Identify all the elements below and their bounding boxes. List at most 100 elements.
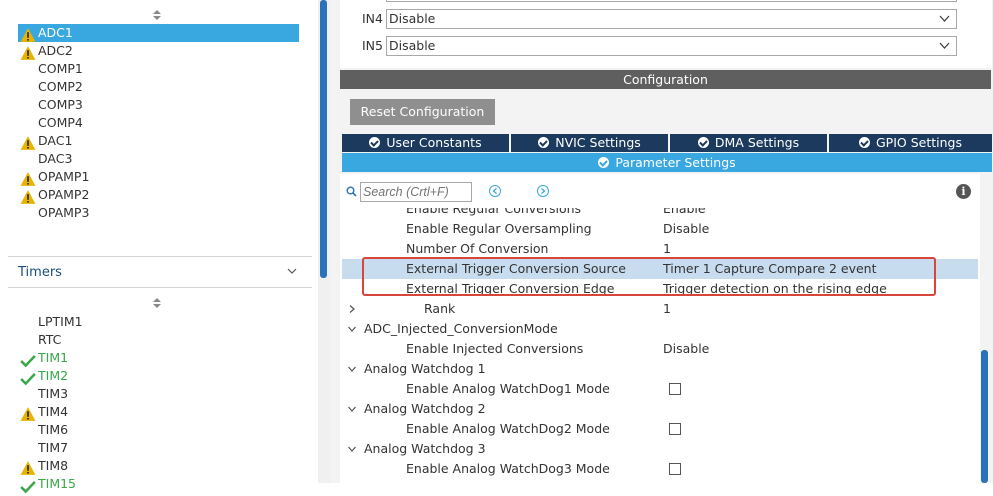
search-input[interactable] bbox=[360, 182, 472, 202]
tree-item-label: TIM7 bbox=[38, 440, 69, 455]
tree-item-label: TIM3 bbox=[38, 386, 69, 401]
tree-item-label: TIM15 bbox=[38, 476, 77, 491]
parameter-row[interactable]: Enable Regular Oversampling Disable bbox=[342, 219, 978, 239]
next-result-button[interactable] bbox=[537, 185, 549, 197]
tree-item-tim4[interactable]: TIM4 bbox=[18, 403, 299, 421]
parameter-row[interactable]: Enable Analog WatchDog3 Mode bbox=[342, 459, 978, 479]
tab-label: NVIC Settings bbox=[555, 135, 641, 150]
parameter-row[interactable]: Enable Analog WatchDog1 Mode bbox=[342, 379, 978, 399]
tree-item-dac3[interactable]: DAC3 bbox=[18, 150, 299, 168]
parameter-checkbox[interactable] bbox=[669, 423, 681, 435]
parameter-row[interactable]: Number Of Conversion 1 bbox=[342, 239, 978, 259]
tree-item-comp2[interactable]: COMP2 bbox=[18, 78, 299, 96]
tree-item-lptim1[interactable]: LPTIM1 bbox=[18, 313, 299, 331]
reset-configuration-button[interactable]: Reset Configuration bbox=[350, 99, 495, 125]
left-scrollbar[interactable] bbox=[320, 0, 327, 278]
parameter-label: ADC_Injected_ConversionMode bbox=[364, 321, 558, 336]
parameter-row[interactable]: Enable Injected Conversions Disable bbox=[342, 339, 978, 359]
in5-value: Disable bbox=[389, 38, 436, 53]
tab-dma-settings[interactable]: DMA Settings bbox=[670, 134, 827, 152]
timers-section-title[interactable]: Timers bbox=[18, 265, 62, 280]
in5-label: IN5 bbox=[362, 38, 383, 53]
scroll-arrows-icon[interactable] bbox=[153, 298, 161, 308]
info-icon[interactable]: i bbox=[956, 184, 971, 199]
tab-label: User Constants bbox=[386, 135, 482, 150]
tab-nvic-settings[interactable]: NVIC Settings bbox=[511, 134, 668, 152]
chevron-down-icon bbox=[939, 42, 950, 49]
expand-chevron-down-icon[interactable] bbox=[348, 445, 356, 453]
parameter-value[interactable]: 1 bbox=[663, 299, 671, 319]
tree-item-comp4[interactable]: COMP4 bbox=[18, 114, 299, 132]
previous-result-button[interactable] bbox=[489, 185, 501, 197]
tree-item-adc1[interactable]: ADC1 bbox=[18, 24, 299, 42]
parameter-value[interactable]: Disable bbox=[663, 219, 709, 239]
tree-item-label: OPAMP1 bbox=[38, 169, 90, 184]
parameter-checkbox[interactable] bbox=[669, 383, 681, 395]
tree-item-label: COMP4 bbox=[38, 115, 83, 130]
tree-item-opamp1[interactable]: OPAMP1 bbox=[18, 168, 299, 186]
expand-chevron-right-icon[interactable] bbox=[348, 305, 356, 313]
in4-label: IN4 bbox=[362, 11, 383, 26]
tree-item-tim15[interactable]: TIM15 bbox=[18, 475, 299, 494]
tab-parameter-settings[interactable]: Parameter Settings bbox=[342, 153, 992, 172]
parameter-row[interactable]: Rank 1 bbox=[342, 299, 978, 319]
tree-item-comp1[interactable]: COMP1 bbox=[18, 60, 299, 78]
parameter-row[interactable]: Enable Analog WatchDog2 Mode bbox=[342, 419, 978, 439]
expand-chevron-down-icon[interactable] bbox=[348, 405, 356, 413]
parameter-value[interactable]: 1 bbox=[663, 239, 671, 259]
parameter-label: Analog Watchdog 1 bbox=[364, 361, 486, 376]
parameter-group[interactable]: Analog Watchdog 3 bbox=[342, 439, 978, 459]
tree-item-adc2[interactable]: ADC2 bbox=[18, 42, 299, 60]
tab-gpio-settings[interactable]: GPIO Settings bbox=[829, 134, 992, 152]
chevron-down-icon[interactable] bbox=[287, 266, 297, 276]
scroll-up-arrow-icon[interactable] bbox=[153, 10, 161, 20]
tree-item-label: COMP1 bbox=[38, 61, 83, 76]
tree-item-label: DAC1 bbox=[38, 133, 73, 148]
parameter-group[interactable]: Analog Watchdog 2 bbox=[342, 399, 978, 419]
divider bbox=[8, 287, 312, 288]
tree-item-tim2[interactable]: TIM2 bbox=[18, 367, 299, 386]
in4-value: Disable bbox=[389, 11, 436, 26]
tree-item-tim8[interactable]: TIM8 bbox=[18, 457, 299, 475]
tree-item-label: ADC1 bbox=[38, 25, 73, 40]
tree-item-label: OPAMP3 bbox=[38, 205, 90, 220]
tree-item-label: RTC bbox=[38, 332, 62, 347]
expand-chevron-down-icon[interactable] bbox=[348, 365, 356, 373]
tab-user-constants[interactable]: User Constants bbox=[342, 134, 509, 152]
highlight-box bbox=[362, 257, 936, 296]
tree-item-tim6[interactable]: TIM6 bbox=[18, 421, 299, 439]
parameter-label: Rank bbox=[424, 301, 456, 316]
check-circle-icon bbox=[538, 137, 550, 148]
tree-item-opamp3[interactable]: OPAMP3 bbox=[18, 204, 299, 222]
parameter-group[interactable]: Analog Watchdog 1 bbox=[342, 359, 978, 379]
tree-item-rtc[interactable]: RTC bbox=[18, 331, 299, 349]
parameter-scrollbar[interactable] bbox=[981, 350, 988, 483]
checkmark-icon bbox=[20, 480, 36, 494]
parameter-label: Enable Analog WatchDog1 Mode bbox=[406, 381, 610, 396]
tree-item-label: TIM4 bbox=[38, 404, 69, 419]
tree-item-label: LPTIM1 bbox=[38, 314, 83, 329]
expand-chevron-down-icon[interactable] bbox=[348, 325, 356, 333]
in4-select[interactable]: Disable bbox=[386, 9, 957, 29]
parameter-checkbox[interactable] bbox=[669, 463, 681, 475]
chevron-left-icon bbox=[492, 188, 497, 194]
tree-item-dac1[interactable]: DAC1 bbox=[18, 132, 299, 150]
parameter-label: Enable Analog WatchDog3 Mode bbox=[406, 461, 610, 476]
parameter-value[interactable]: Disable bbox=[663, 339, 709, 359]
tree-item-tim7[interactable]: TIM7 bbox=[18, 439, 299, 457]
configuration-header: Configuration bbox=[340, 70, 991, 89]
tree-item-label: OPAMP2 bbox=[38, 187, 90, 202]
in5-select[interactable]: Disable bbox=[386, 36, 957, 56]
parameter-label: Enable Regular Oversampling bbox=[406, 221, 592, 236]
tab-label: Parameter Settings bbox=[615, 155, 736, 170]
select-remnant bbox=[386, 0, 957, 2]
tree-item-tim3[interactable]: TIM3 bbox=[18, 385, 299, 403]
tab-label: DMA Settings bbox=[714, 135, 800, 150]
parameter-group[interactable]: ADC_Injected_ConversionMode bbox=[342, 319, 978, 339]
tree-item-comp3[interactable]: COMP3 bbox=[18, 96, 299, 114]
tree-item-label: TIM8 bbox=[38, 458, 69, 473]
tree-item-tim1[interactable]: TIM1 bbox=[18, 349, 299, 368]
config-tab-bar: User Constants NVIC Settings DMA Setting… bbox=[340, 134, 992, 152]
tree-item-opamp2[interactable]: OPAMP2 bbox=[18, 186, 299, 204]
chevron-right-icon bbox=[541, 188, 546, 194]
